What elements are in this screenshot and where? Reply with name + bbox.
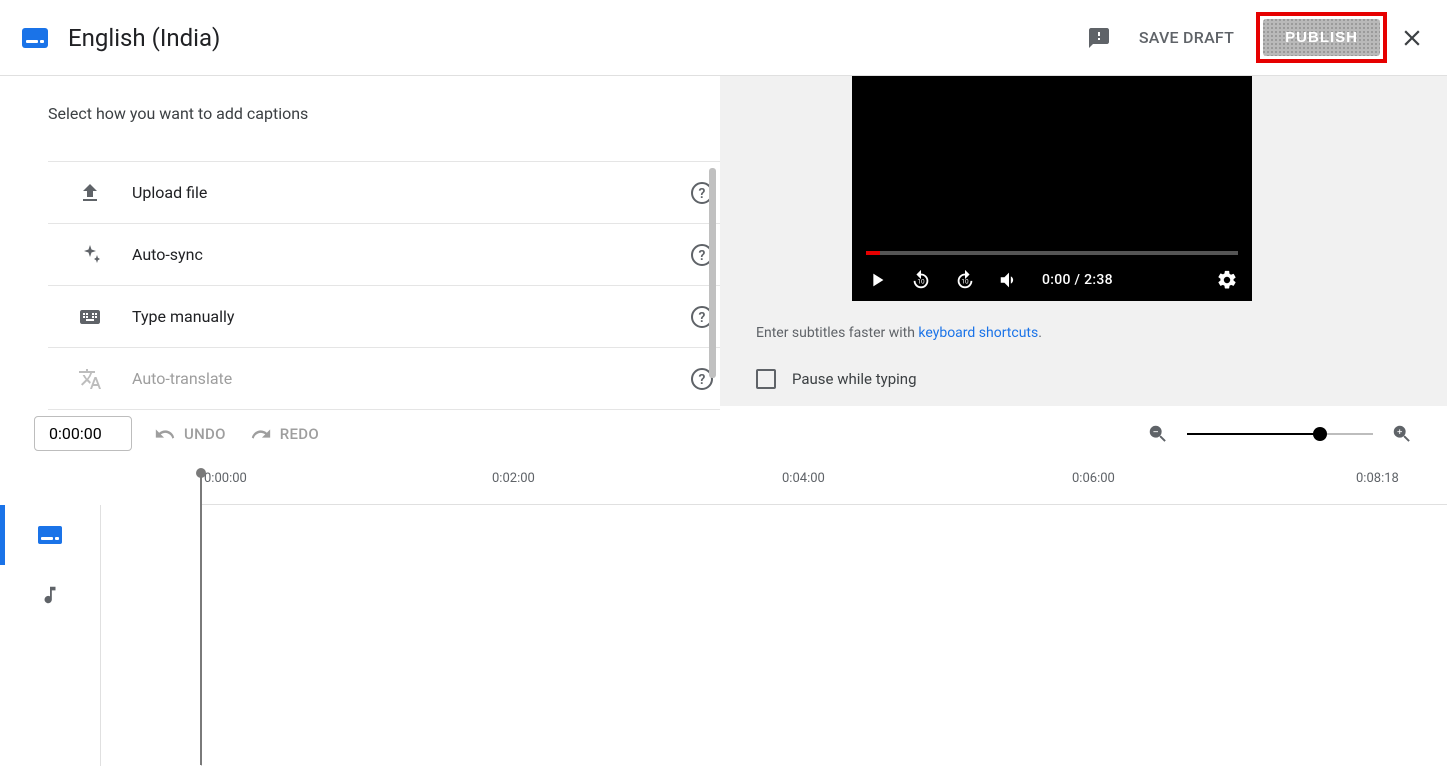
header: English (India) SAVE DRAFT PUBLISH: [0, 0, 1447, 76]
svg-text:10: 10: [917, 278, 925, 286]
auto-sync-icon: [78, 243, 102, 267]
audio-track-tab[interactable]: [0, 565, 100, 625]
track-side: [0, 505, 100, 766]
caption-method-panel: Select how you want to add captions Uplo…: [0, 76, 720, 406]
keyboard-shortcuts-link[interactable]: keyboard shortcuts: [918, 325, 1038, 341]
zoom-out-icon[interactable]: [1147, 423, 1169, 445]
svg-text:?: ?: [699, 186, 706, 202]
timeline-ruler[interactable]: 0:00:00 0:02:00 0:04:00 0:06:00 0:08:18: [200, 461, 1447, 505]
undo-icon: [154, 423, 176, 445]
video-player[interactable]: 10 10 0:00 / 2:38: [852, 76, 1252, 301]
option-label: Auto-translate: [132, 369, 690, 388]
captions-track-tab[interactable]: [0, 505, 100, 565]
option-auto-sync[interactable]: Auto-sync ?: [48, 224, 720, 286]
zoom-handle[interactable]: [1313, 427, 1327, 441]
timeline-tracks: [0, 505, 1447, 766]
option-upload-file[interactable]: Upload file ?: [48, 162, 720, 224]
video-time: 0:00 / 2:38: [1042, 272, 1113, 288]
timeline-body[interactable]: [100, 505, 1447, 766]
forward-10-icon[interactable]: 10: [954, 269, 976, 291]
timeline-tick: 0:00:00: [204, 471, 247, 486]
play-icon[interactable]: [866, 269, 888, 291]
timeline-tick: 0:02:00: [492, 471, 535, 486]
main-split: Select how you want to add captions Uplo…: [0, 76, 1447, 406]
translate-icon: [78, 367, 102, 391]
pause-label: Pause while typing: [792, 370, 917, 388]
zoom-controls: [1147, 423, 1413, 445]
close-icon[interactable]: [1399, 25, 1425, 51]
svg-text:?: ?: [699, 248, 706, 264]
page-title: English (India): [68, 24, 1087, 52]
volume-icon[interactable]: [998, 269, 1020, 291]
playhead[interactable]: [200, 469, 202, 765]
timeline-tick: 0:06:00: [1072, 471, 1115, 486]
option-label: Type manually: [132, 307, 690, 326]
timeline-tick: 0:04:00: [782, 471, 825, 486]
current-time-field[interactable]: [34, 416, 132, 451]
instruction-text: Select how you want to add captions: [48, 104, 720, 123]
subtitle-tip: Enter subtitles faster with keyboard sho…: [756, 325, 1447, 341]
preview-panel: 10 10 0:00 / 2:38 Enter subtitles faster…: [720, 76, 1447, 406]
captions-icon: [38, 526, 62, 544]
redo-button[interactable]: REDO: [250, 423, 319, 445]
video-controls: 10 10 0:00 / 2:38: [852, 265, 1252, 301]
svg-text:?: ?: [699, 310, 706, 326]
svg-text:10: 10: [961, 278, 969, 286]
option-list: Upload file ? Auto-sync ? Type manually …: [48, 161, 720, 410]
pause-checkbox[interactable]: [756, 369, 776, 389]
zoom-in-icon[interactable]: [1391, 423, 1413, 445]
undo-button[interactable]: UNDO: [154, 423, 226, 445]
option-label: Upload file: [132, 183, 690, 202]
rewind-10-icon[interactable]: 10: [910, 269, 932, 291]
redo-icon: [250, 423, 272, 445]
video-scrubber[interactable]: [852, 251, 1252, 255]
settings-icon[interactable]: [1216, 269, 1238, 291]
save-draft-button[interactable]: SAVE DRAFT: [1139, 28, 1234, 47]
scrollbar[interactable]: [709, 168, 716, 378]
svg-text:?: ?: [699, 372, 706, 388]
pause-while-typing-row: Pause while typing: [756, 369, 1447, 389]
music-note-icon: [39, 584, 61, 606]
timeline-tick: 0:08:18: [1356, 471, 1399, 486]
upload-icon: [78, 181, 102, 205]
publish-button[interactable]: PUBLISH: [1263, 19, 1380, 56]
option-label: Auto-sync: [132, 245, 690, 264]
option-type-manually[interactable]: Type manually ?: [48, 286, 720, 348]
keyboard-icon: [78, 305, 102, 329]
feedback-icon[interactable]: [1087, 26, 1111, 50]
publish-highlight: PUBLISH: [1256, 12, 1387, 63]
captions-icon: [22, 28, 48, 48]
zoom-slider[interactable]: [1187, 433, 1373, 435]
option-auto-translate: Auto-translate ?: [48, 348, 720, 410]
timeline-toolbar: UNDO REDO: [0, 406, 1447, 461]
